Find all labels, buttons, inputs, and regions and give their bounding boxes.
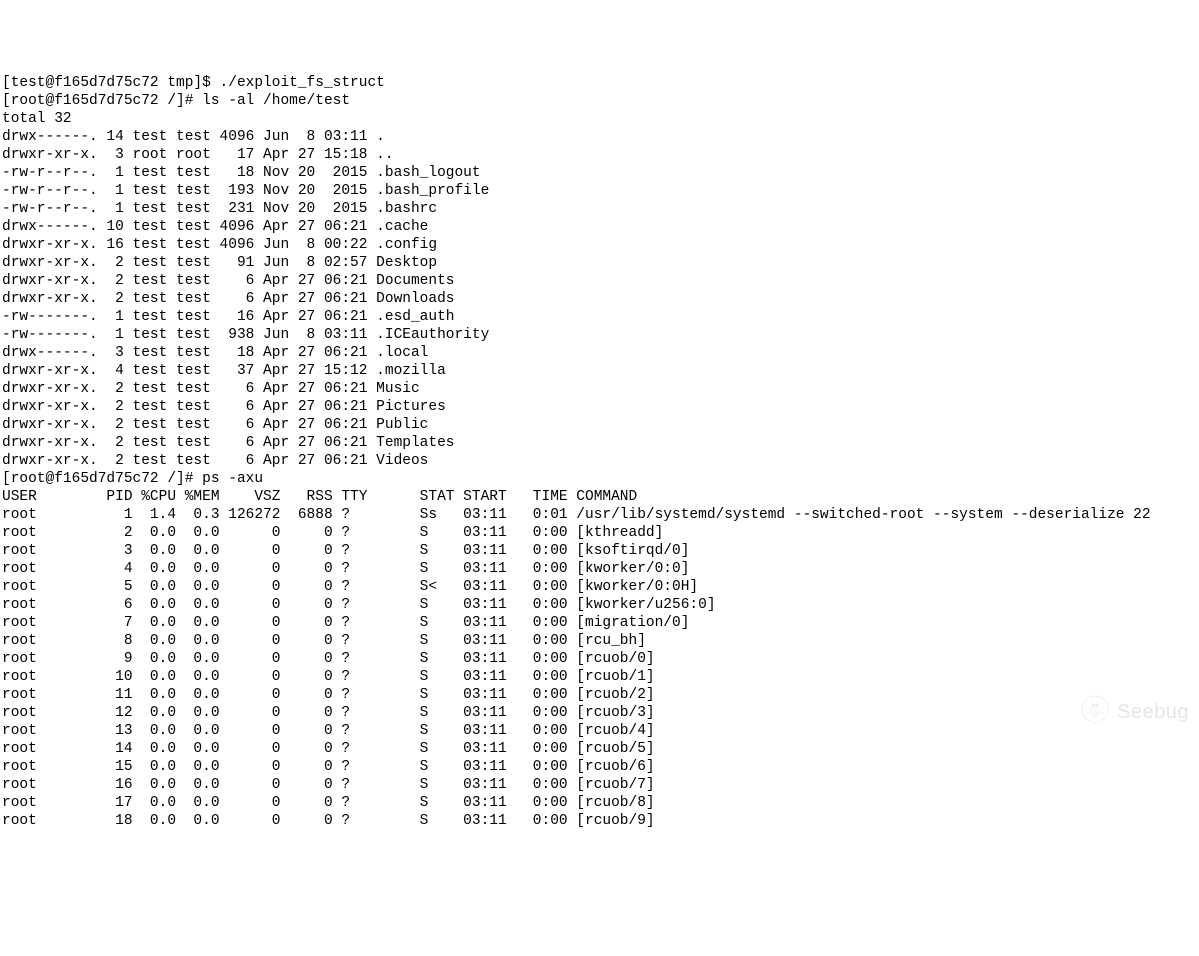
terminal-output[interactable]: [test@f165d7d75c72 tmp]$ ./exploit_fs_st… <box>2 74 1197 830</box>
